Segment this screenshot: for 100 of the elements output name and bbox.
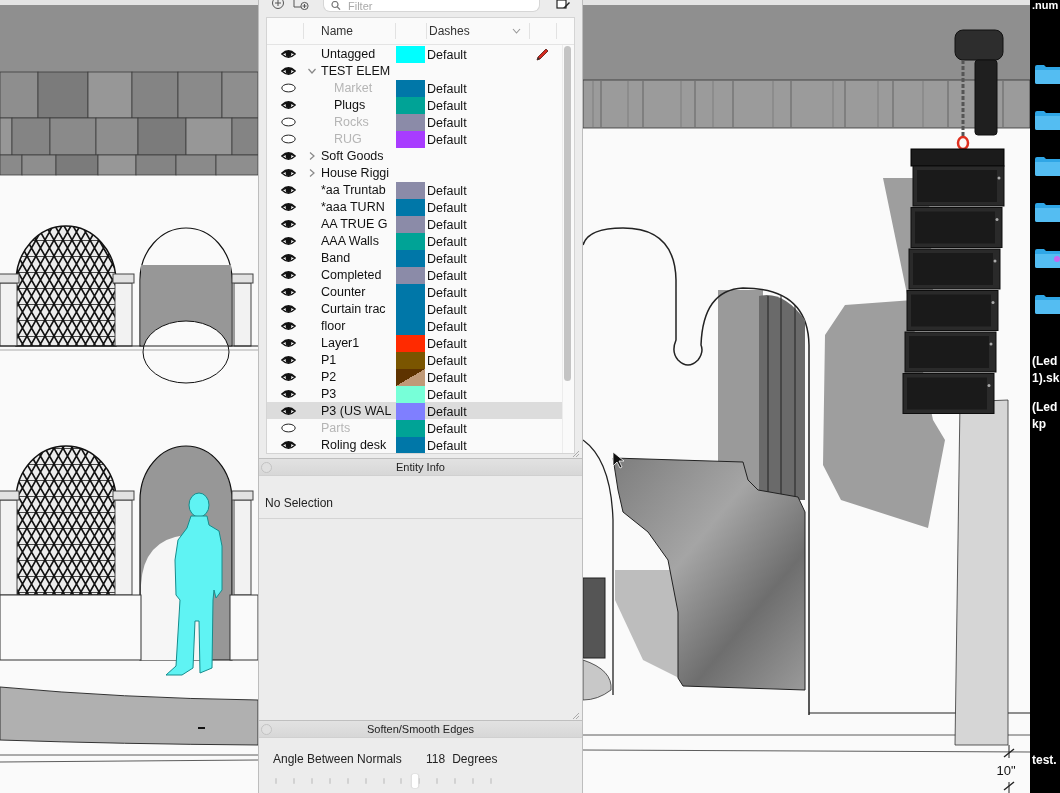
eye-icon[interactable] [281,338,296,348]
tag-row[interactable]: Market Default [267,79,563,96]
model-viewport[interactable] [0,0,258,793]
folder-icon[interactable] [1034,201,1060,223]
tag-row[interactable]: *aa Truntab Default [267,181,563,198]
tag-row[interactable]: Parts Default [267,419,563,436]
dashes-value[interactable]: Default [426,439,467,453]
eye-icon[interactable] [281,372,296,382]
eye-icon[interactable] [281,185,296,195]
details-icon[interactable] [556,0,570,9]
slider-thumb[interactable] [411,774,419,788]
tag-row[interactable]: P3 Default [267,385,563,402]
dashes-value[interactable]: Default [426,82,467,96]
eye-icon[interactable] [281,304,296,314]
dashes-value[interactable]: Default [426,235,467,249]
eye-icon[interactable] [281,236,296,246]
add-folder-icon[interactable] [293,0,309,10]
dashes-value[interactable]: Default [426,405,467,419]
filter-field[interactable]: Filter [323,0,540,12]
color-swatch[interactable] [396,181,425,199]
eye-outline-icon[interactable] [281,423,296,433]
eye-icon[interactable] [281,65,296,76]
folder-icon[interactable] [1034,155,1060,177]
folder-icon[interactable] [1034,63,1060,85]
eye-icon[interactable] [281,49,296,59]
tag-row[interactable]: Plugs Default [267,96,563,113]
eye-icon[interactable] [281,270,296,280]
tag-row[interactable]: RUG Default [267,130,563,147]
resize-grip-icon[interactable] [572,712,580,720]
tag-row[interactable]: Untagged Default [267,45,563,62]
dashes-value[interactable]: Default [426,184,467,198]
eye-icon[interactable] [281,287,296,297]
dashes-value[interactable]: Default [426,422,467,436]
tag-row[interactable]: AAA Walls Default [267,232,563,249]
chevron-right-icon[interactable] [308,168,316,177]
resize-grip-icon[interactable] [572,450,580,458]
tag-row[interactable]: Roling desk Default [267,436,563,453]
eye-icon[interactable] [281,355,296,365]
column-header[interactable]: Dashes [426,23,529,39]
dashes-value[interactable]: Default [426,320,467,334]
model-viewport[interactable]: 10" [583,0,1030,793]
dashes-value[interactable]: Default [426,269,467,283]
color-swatch[interactable] [396,45,425,63]
eye-icon[interactable] [281,389,296,399]
angle-slider[interactable] [275,774,490,788]
eye-icon[interactable] [281,202,296,212]
eye-icon[interactable] [281,440,296,450]
dashes-value[interactable]: Default [426,371,467,385]
file-name-label[interactable]: test. [1030,752,1057,769]
file-name-label[interactable]: (Led kp [1030,399,1060,433]
eye-outline-icon[interactable] [281,117,296,127]
dashes-value[interactable]: Default [426,252,467,266]
collapse-dot-icon[interactable] [261,723,272,735]
tag-row[interactable]: TEST ELEM [267,62,563,79]
dashes-value[interactable]: Default [426,99,467,113]
dashes-value[interactable]: Default [426,218,467,232]
chevron-right-icon[interactable] [308,151,316,160]
tag-row[interactable]: floor Default [267,317,563,334]
tag-row[interactable]: Soft Goods [267,147,563,164]
add-tag-icon[interactable] [271,0,287,10]
dashes-value[interactable]: Default [426,354,467,368]
chevron-down-icon[interactable] [308,66,316,75]
column-header[interactable]: Name [303,23,395,39]
collapse-dot-icon[interactable] [261,461,272,473]
panel-header[interactable]: Entity Info [259,458,582,476]
tag-row[interactable]: Counter Default [267,283,563,300]
tag-row[interactable]: P2 Default [267,368,563,385]
tag-row[interactable]: Layer1 Default [267,334,563,351]
tag-row[interactable]: P1 Default [267,351,563,368]
folder-icon[interactable] [1034,293,1060,315]
eye-outline-icon[interactable] [281,83,296,93]
eye-icon[interactable] [281,219,296,229]
dashes-value[interactable]: Default [426,388,467,402]
eye-icon[interactable] [281,150,296,161]
folder-icon[interactable] [1034,109,1060,131]
eye-icon[interactable] [281,100,296,110]
eye-icon[interactable] [281,167,296,178]
eye-icon[interactable] [281,253,296,263]
dashes-value[interactable]: Default [426,337,467,351]
tag-row[interactable]: Rocks Default [267,113,563,130]
tag-row[interactable]: House Riggi [267,164,563,181]
dashes-value[interactable]: Default [426,201,467,215]
tag-row[interactable]: *aaa TURN Default [267,198,563,215]
scrollbar-track[interactable] [562,45,574,453]
eye-outline-icon[interactable] [281,134,296,144]
tag-row[interactable]: Completed Default [267,266,563,283]
dashes-value[interactable]: Default [426,116,467,130]
dashes-value[interactable]: Default [426,303,467,317]
dashes-value[interactable]: Default [426,48,467,62]
file-name-label[interactable]: (Led 1).sk [1030,353,1060,387]
tag-row[interactable]: AA TRUE G Default [267,215,563,232]
tag-row[interactable]: Curtain trac Default [267,300,563,317]
eye-icon[interactable] [281,406,296,416]
eye-icon[interactable] [281,321,296,331]
panel-header[interactable]: Soften/Smooth Edges [259,720,582,738]
tag-row[interactable]: P3 (US WAL Default [267,402,563,419]
tag-row[interactable]: Band Default [267,249,563,266]
color-swatch[interactable] [396,79,425,97]
folder-icon[interactable] [1034,247,1060,269]
file-name-label[interactable]: .num [1030,0,1060,11]
